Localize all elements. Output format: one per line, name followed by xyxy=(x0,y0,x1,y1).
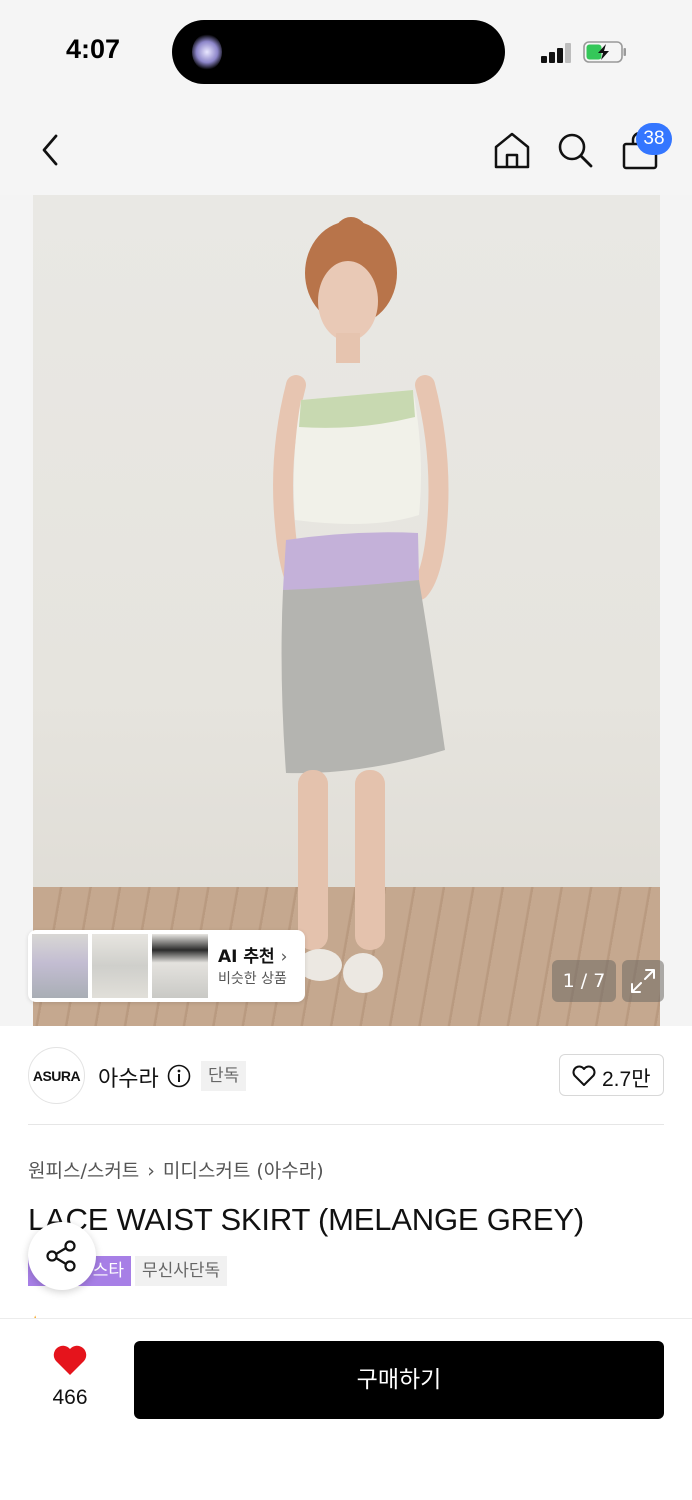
battery-charging-icon xyxy=(583,41,626,63)
musinsa-exclusive-tag: 무신사단독 xyxy=(135,1256,228,1286)
home-icon[interactable] xyxy=(492,130,532,170)
brand-logo[interactable]: ASURA xyxy=(28,1047,85,1104)
divider xyxy=(28,1124,664,1125)
cellular-signal-icon xyxy=(541,43,573,63)
product-title: LACE WAIST SKIRT (MELANGE GREY) xyxy=(28,1202,584,1237)
chevron-right-icon: › xyxy=(147,1160,155,1182)
ai-recommend-card[interactable]: AI 추천 › 비슷한 상품 xyxy=(28,930,305,1002)
flashlight-icon xyxy=(192,34,222,70)
dynamic-island xyxy=(172,20,505,84)
brand-like-button[interactable]: 2.7만 xyxy=(559,1054,664,1096)
recommend-thumbnail[interactable] xyxy=(152,934,208,998)
info-icon[interactable] xyxy=(167,1064,191,1088)
heart-filled-icon xyxy=(53,1345,87,1375)
recommend-thumbnail[interactable] xyxy=(92,934,148,998)
share-button[interactable] xyxy=(28,1222,96,1290)
search-icon[interactable] xyxy=(555,130,595,170)
brand-like-count: 2.7만 xyxy=(602,1068,651,1091)
exclusive-tag: 단독 xyxy=(201,1061,247,1091)
chevron-right-icon: › xyxy=(280,947,288,967)
recommend-thumbnail[interactable] xyxy=(32,934,88,998)
heart-outline-icon xyxy=(572,1065,596,1086)
status-bar: 4:07 xyxy=(0,0,692,100)
ai-recommend-title: AI 추천 › xyxy=(218,947,288,967)
cart-count-badge: 38 xyxy=(636,123,672,155)
buy-button[interactable]: 구매하기 xyxy=(134,1341,664,1419)
status-time: 4:07 xyxy=(66,34,121,64)
breadcrumb-item[interactable]: 미디스커트 (아수라) xyxy=(163,1160,324,1182)
wishlist-count: 466 xyxy=(52,1386,88,1409)
product-image[interactable] xyxy=(33,195,660,1026)
breadcrumb-item[interactable]: 원피스/스커트 xyxy=(28,1160,139,1182)
ai-recommend-subtitle: 비슷한 상품 xyxy=(218,971,287,987)
breadcrumb: 원피스/스커트 › 미디스커트 (아수라) xyxy=(28,1156,324,1183)
wishlist-button[interactable]: 466 xyxy=(40,1344,100,1416)
image-counter: 1 / 7 xyxy=(552,960,616,1002)
back-chevron-left-icon[interactable] xyxy=(34,130,68,170)
model-figure xyxy=(273,217,449,993)
share-icon xyxy=(46,1240,76,1272)
brand-name[interactable]: 아수라 xyxy=(98,1061,159,1093)
expand-icon[interactable] xyxy=(622,960,664,1002)
